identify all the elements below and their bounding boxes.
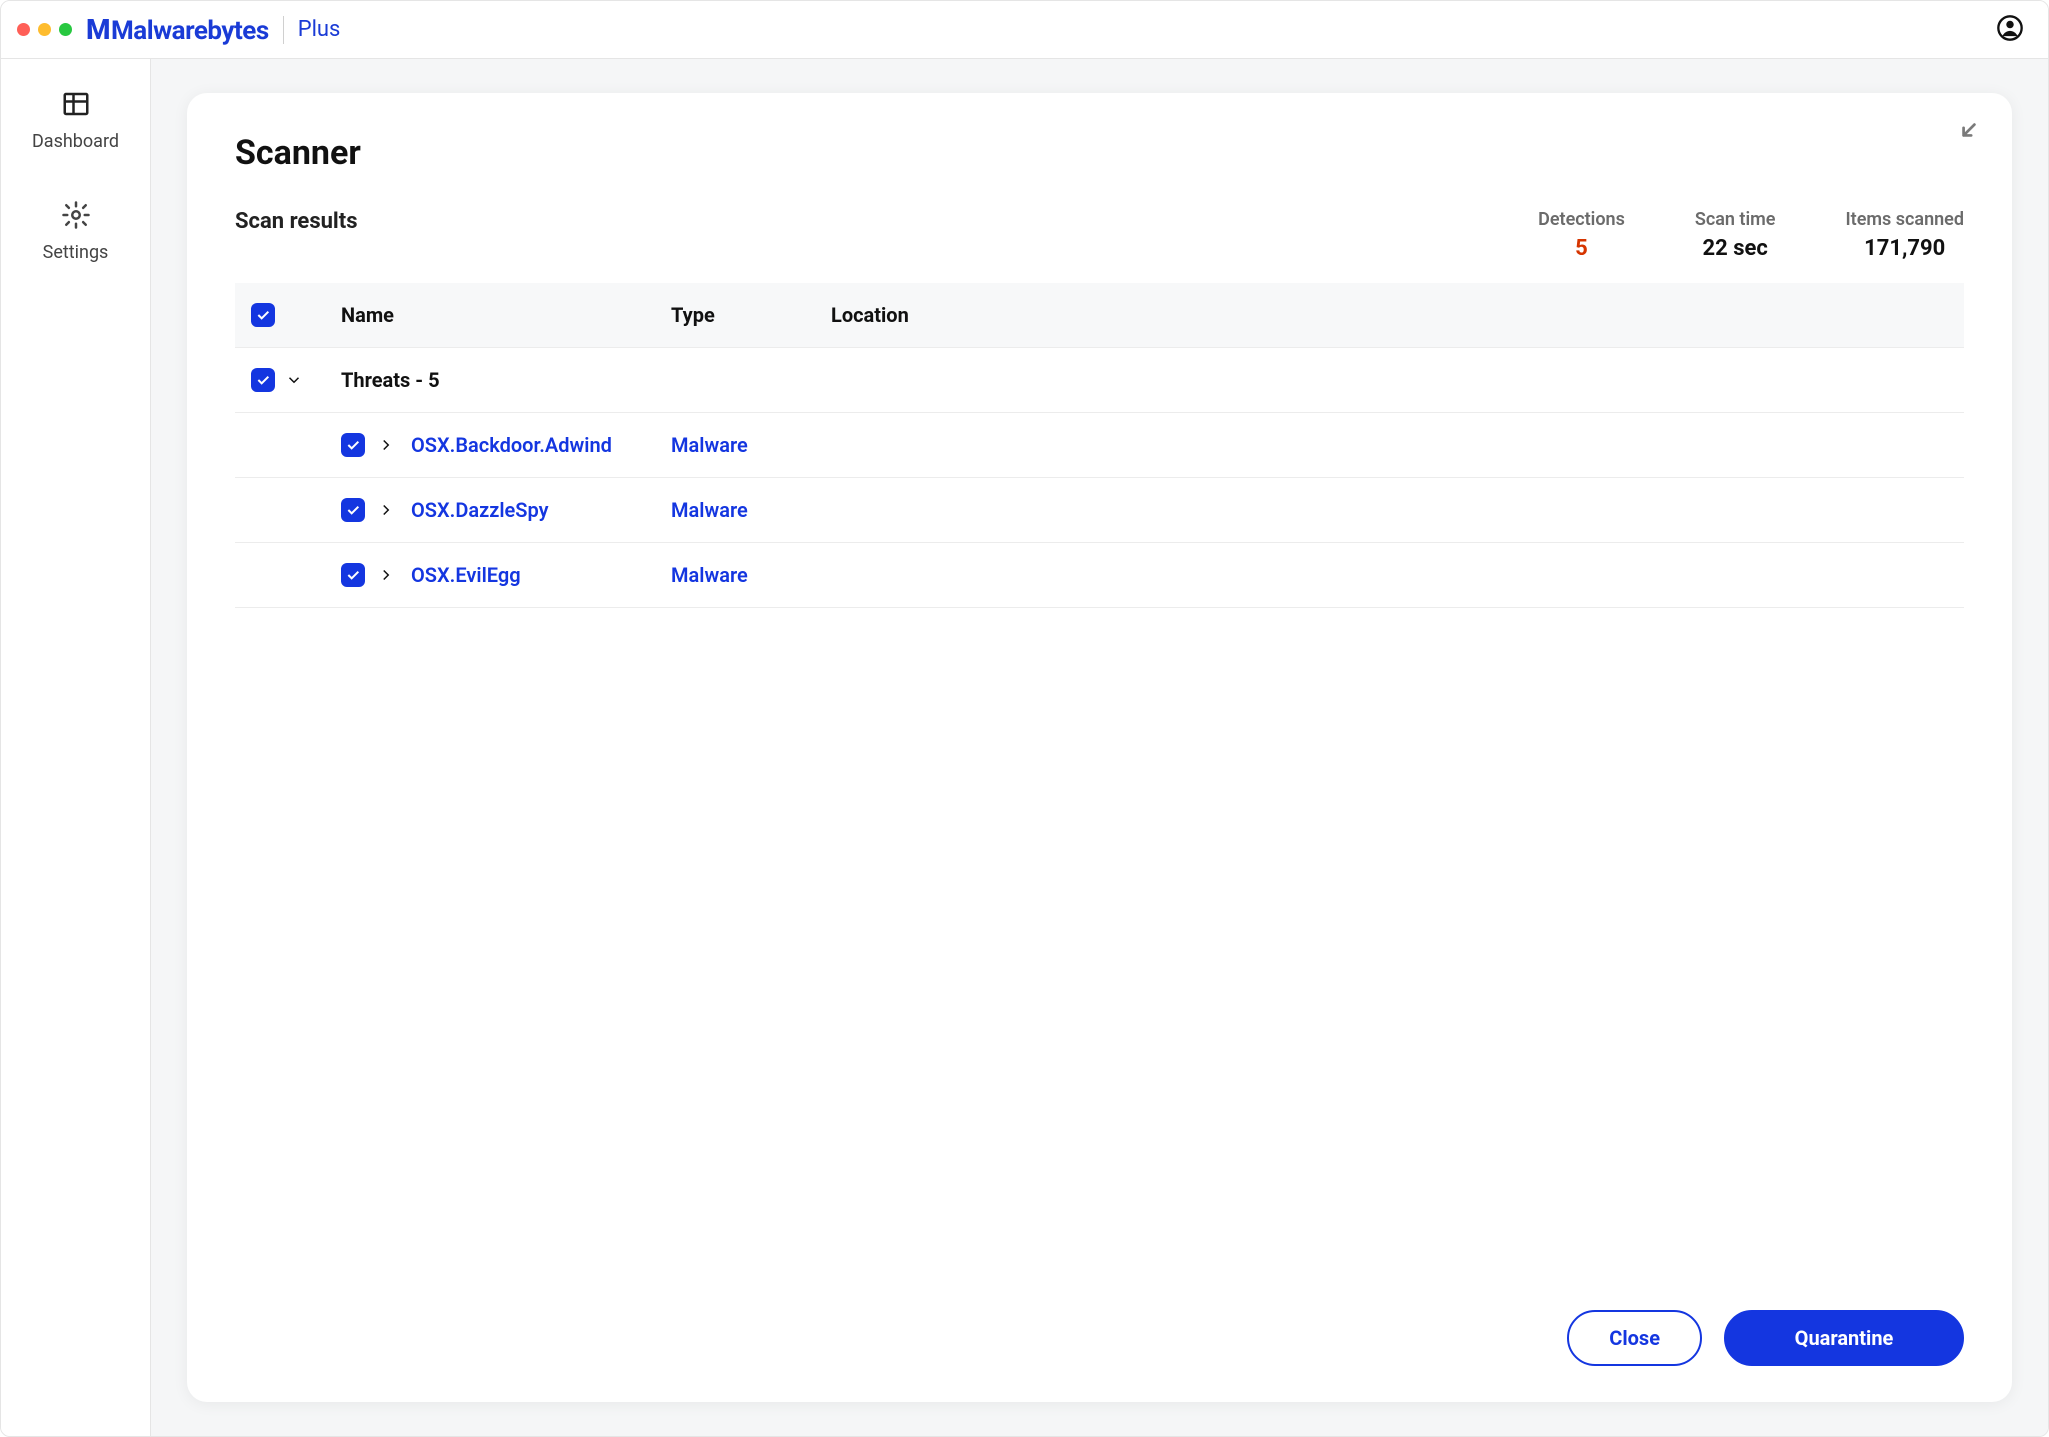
threat-name-link[interactable]: OSX.DazzleSpy xyxy=(411,498,671,522)
stat-value: 171,790 xyxy=(1845,236,1964,261)
col-header-type: Type xyxy=(671,303,831,327)
group-checkbox[interactable] xyxy=(251,368,275,392)
account-button[interactable] xyxy=(1996,14,2024,46)
zoom-window-button[interactable] xyxy=(59,23,72,36)
check-icon xyxy=(255,372,271,388)
stat-value: 22 sec xyxy=(1695,236,1776,261)
page-title: Scanner xyxy=(235,133,1964,173)
group-label: Threats - 5 xyxy=(341,368,1948,392)
close-button[interactable]: Close xyxy=(1567,1310,1702,1366)
brand-divider xyxy=(283,16,284,44)
scan-stats: Detections 5 Scan time 22 sec Items scan… xyxy=(1538,209,1964,261)
chevron-right-icon[interactable] xyxy=(377,566,395,584)
table-header: Name Type Location xyxy=(235,283,1964,348)
brand-mark-icon: M xyxy=(86,13,110,46)
stat-label: Detections xyxy=(1538,209,1625,230)
check-icon xyxy=(345,567,361,583)
table-row: OSX.DazzleSpy Malware xyxy=(235,478,1964,543)
check-icon xyxy=(255,307,271,323)
threat-type: Malware xyxy=(671,498,831,522)
account-icon xyxy=(1996,14,2024,42)
card-footer: Close Quarantine xyxy=(235,1270,1964,1366)
chevron-right-icon[interactable] xyxy=(377,436,395,454)
stat-label: Scan time xyxy=(1695,209,1776,230)
check-icon xyxy=(345,437,361,453)
row-checkbox[interactable] xyxy=(341,563,365,587)
chevron-right-icon[interactable] xyxy=(377,501,395,519)
stat-detections: Detections 5 xyxy=(1538,209,1625,261)
stat-value: 5 xyxy=(1538,236,1625,261)
stat-items-scanned: Items scanned 171,790 xyxy=(1845,209,1964,261)
app-window: MMalwarebytes Plus Dashboard xyxy=(0,0,2049,1437)
stat-scan-time: Scan time 22 sec xyxy=(1695,209,1776,261)
stat-label: Items scanned xyxy=(1845,209,1964,230)
select-all-checkbox[interactable] xyxy=(251,303,275,327)
threat-type: Malware xyxy=(671,433,831,457)
check-icon xyxy=(345,502,361,518)
col-header-name: Name xyxy=(341,303,671,327)
brand-tier: Plus xyxy=(298,17,341,42)
brand-name: Malwarebytes xyxy=(111,16,269,46)
threat-group-row[interactable]: Threats - 5 xyxy=(235,348,1964,413)
minimize-window-button[interactable] xyxy=(38,23,51,36)
row-checkbox[interactable] xyxy=(341,498,365,522)
threat-name-link[interactable]: OSX.Backdoor.Adwind xyxy=(411,433,671,457)
row-checkbox[interactable] xyxy=(341,433,365,457)
section-title: Scan results xyxy=(235,209,358,234)
table-row: OSX.Backdoor.Adwind Malware xyxy=(235,413,1964,478)
sidebar-item-settings[interactable]: Settings xyxy=(1,200,150,263)
gear-icon xyxy=(61,200,91,230)
sidebar-item-label: Settings xyxy=(43,242,109,263)
chevron-down-icon xyxy=(285,371,303,389)
collapse-button[interactable] xyxy=(1956,117,1982,147)
threat-name-link[interactable]: OSX.EvilEgg xyxy=(411,563,671,587)
quarantine-button[interactable]: Quarantine xyxy=(1724,1310,1964,1366)
collapse-arrow-icon xyxy=(1956,117,1982,143)
sidebar-item-dashboard[interactable]: Dashboard xyxy=(1,89,150,152)
window-controls xyxy=(17,23,72,36)
results-table: Name Type Location Th xyxy=(235,283,1964,608)
dashboard-icon xyxy=(61,89,91,119)
close-window-button[interactable] xyxy=(17,23,30,36)
sidebar-item-label: Dashboard xyxy=(32,131,119,152)
threat-type: Malware xyxy=(671,563,831,587)
brand-logo: MMalwarebytes xyxy=(86,13,269,46)
scanner-card: Scanner Scan results Detections 5 Scan t… xyxy=(187,93,2012,1402)
titlebar: MMalwarebytes Plus xyxy=(1,1,2048,59)
sidebar: Dashboard Settings xyxy=(1,59,151,1436)
col-header-location: Location xyxy=(831,303,1948,327)
table-row: OSX.EvilEgg Malware xyxy=(235,543,1964,608)
